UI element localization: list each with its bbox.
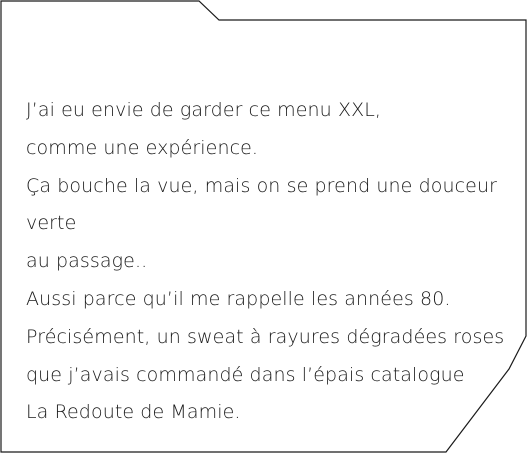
note-line-2: comme une expérience.: [26, 136, 259, 159]
note-line-8: que j’avais commandé dans l’épais catalo…: [26, 363, 465, 386]
note-line-1: J’ai eu envie de garder ce menu XXL,: [26, 99, 382, 121]
note-card: J’ai eu envie de garder ce menu XXL, com…: [0, 0, 528, 454]
note-line-7: Précisément, un sweat à rayures dégradée…: [26, 325, 505, 348]
note-line-3: Ça bouche la vue, mais on se prend une d…: [26, 174, 498, 197]
note-line-4: verte: [26, 212, 77, 235]
note-line-9: La Redoute de Mamie.: [26, 401, 241, 424]
note-line-6: Aussi parce qu’il me rappelle les années…: [26, 287, 451, 310]
note-line-5: au passage..: [26, 250, 148, 273]
note-text: J’ai eu envie de garder ce menu XXL, com…: [26, 92, 516, 432]
